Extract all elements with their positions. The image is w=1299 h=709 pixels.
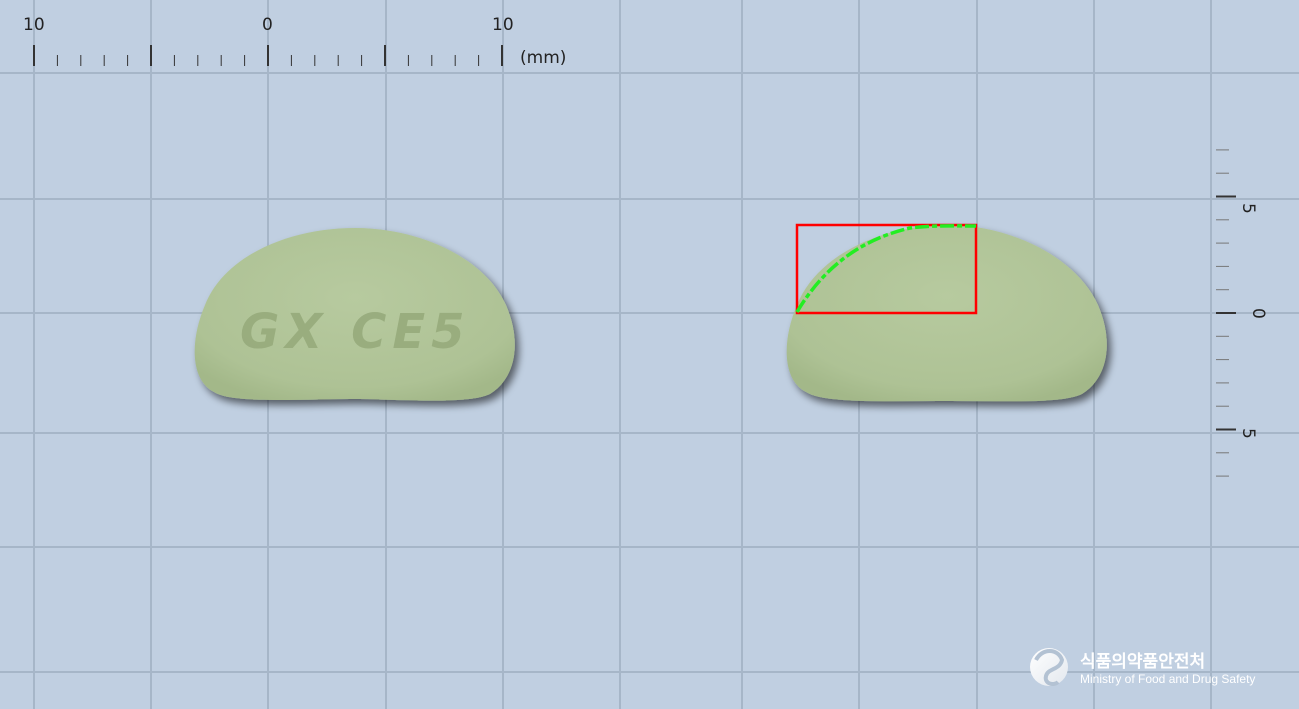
top-ruler — [33, 45, 503, 66]
top-ruler-label-left-10: 10 — [23, 15, 45, 35]
top-ruler-unit-label: (mm) — [520, 48, 566, 68]
top-ruler-label-right-10: 10 — [492, 15, 514, 35]
mfds-english-name: Ministry of Food and Drug Safety — [1080, 672, 1255, 686]
right-ruler-label-upper-5: 5 — [1238, 203, 1258, 214]
mfds-korean-name: 식품의약품안전처 — [1080, 651, 1205, 672]
top-ruler-label-0: 0 — [262, 15, 273, 35]
right-ruler-label-lower-5: 5 — [1238, 428, 1258, 439]
right-ruler-label-0: 0 — [1248, 308, 1268, 319]
pill-image-stage: 10 0 10 (mm) 5 0 5 GX CE5 식품의약품안전처 Minis… — [0, 0, 1299, 709]
mfds-logo: 식품의약품안전처 Ministry of Food and Drug Safet… — [1030, 648, 1255, 686]
tablet-front-imprint: GX CE5 — [240, 304, 471, 360]
mfds-emblem-icon — [1030, 648, 1068, 686]
